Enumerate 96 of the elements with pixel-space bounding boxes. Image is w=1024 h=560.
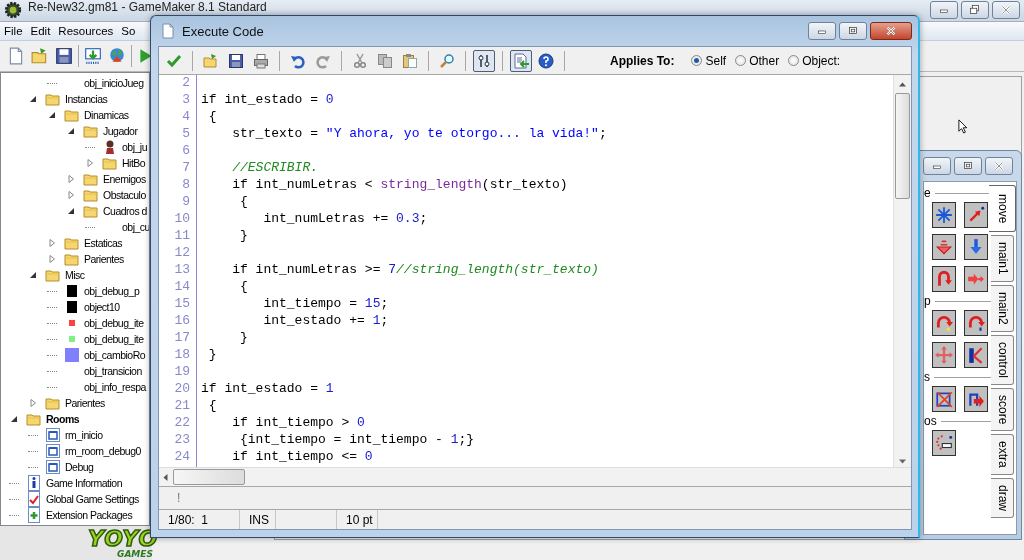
logo-text: GAMES (117, 549, 153, 560)
tree-item[interactable]: obj_cu (100, 221, 149, 233)
code-line: if int_numLetras >= 7//string_length(str_texto) (231, 262, 600, 279)
line-number: 3 (181, 92, 191, 109)
line-number: 17 (173, 330, 191, 347)
tree-item[interactable]: obj_ju (100, 139, 148, 155)
palette-tab[interactable]: main2 (991, 285, 1014, 332)
tree-item[interactable]: Parientes (43, 395, 105, 411)
applies-to-label: Applies To: (610, 53, 675, 68)
radio-button[interactable]: Object: (788, 53, 841, 68)
line-number: 19 (173, 364, 191, 381)
radio-button[interactable]: Self (691, 53, 727, 68)
tree-item[interactable]: obj_debug_ite (62, 333, 144, 345)
window-title: Execute Code (182, 23, 265, 39)
code-line: } (207, 347, 218, 364)
code-line: if int_estado = 0 (201, 92, 335, 109)
tree-item[interactable]: object10 (62, 301, 120, 313)
code-line: { (207, 109, 218, 126)
tree-item[interactable]: Enemigos (81, 171, 146, 187)
line-number: 18 (173, 347, 191, 364)
code-line: } (239, 330, 249, 347)
window-title: Re-New32.gm81 - GameMaker 8.1 Standard (28, 1, 268, 14)
line-number: 16 (173, 313, 191, 330)
section-label: p (924, 295, 931, 307)
line-number: 5 (181, 126, 191, 143)
palette-tab[interactable]: extra (991, 434, 1014, 475)
line-number: 23 (173, 432, 191, 449)
code-line: //ESCRIBIR. (231, 160, 320, 177)
code-line: if int_tiempo > 0 (231, 415, 366, 432)
tree-item[interactable]: Debug (43, 459, 94, 475)
status-text: 1/80: 1 (167, 512, 209, 527)
palette-tab[interactable]: draw (991, 477, 1014, 518)
line-number: 10 (173, 211, 191, 228)
tree-item[interactable]: Misc (43, 267, 85, 283)
code-line: if int_tiempo <= 0 (231, 449, 374, 466)
tree-item[interactable]: Global Game Settings (24, 491, 139, 507)
tree-item[interactable]: Game Information (24, 475, 123, 491)
line-number: 2 (181, 75, 191, 92)
palette-tab[interactable]: control (991, 334, 1014, 385)
tree-item[interactable]: Obstaculo (81, 187, 146, 203)
line-number: 6 (181, 143, 191, 160)
menu-item[interactable]: File (0, 25, 27, 37)
code-line: {int_tiempo = int_tiempo - 1;} (239, 432, 476, 449)
line-number: 7 (181, 160, 191, 177)
code-line: if int_numLetras < string_length(str_texto) (231, 177, 569, 194)
status-text: 10 pt (345, 512, 373, 527)
code-line: { (239, 194, 249, 211)
tree-item[interactable]: Cuadros d (81, 203, 147, 219)
palette-tab[interactable]: main1 (991, 235, 1014, 283)
line-number: 9 (181, 194, 191, 211)
code-line: if int_estado = 1 (201, 381, 335, 398)
code-line: } (239, 228, 249, 245)
tree-item[interactable]: obj_inicioJueg (62, 77, 144, 89)
code-line: int_estado += 1; (262, 313, 390, 330)
tree-item[interactable]: Dinamicas (62, 107, 129, 123)
code-line: int_tiempo = 15; (262, 296, 390, 313)
message-text: ! (177, 491, 181, 505)
tree-item[interactable]: Instancias (43, 91, 108, 107)
menu-item[interactable]: So (117, 25, 140, 37)
radio-button[interactable]: Other (735, 53, 780, 68)
section-label: s (924, 371, 930, 383)
line-number: 13 (173, 262, 191, 279)
code-line: { (207, 398, 218, 415)
tree-item[interactable]: rm_room_debug0 (43, 443, 141, 459)
palette-tab[interactable]: move (989, 185, 1016, 233)
tree-item[interactable]: Jugador (81, 123, 138, 139)
line-number: 4 (181, 109, 191, 126)
line-number: 12 (173, 245, 191, 262)
section-label: e (924, 187, 931, 199)
line-number: 20 (173, 381, 191, 398)
tree-item[interactable]: obj_info_respa (62, 381, 146, 393)
tree-item[interactable]: HitBo (100, 155, 146, 171)
line-number: 11 (173, 228, 191, 245)
line-number: 8 (181, 177, 191, 194)
menu-item[interactable]: Resources (54, 25, 118, 37)
tree-item[interactable]: Parientes (62, 251, 124, 267)
code-line: str_texto = "Y ahora, yo te otorgo... la vida!"; (231, 126, 608, 143)
tree-item[interactable]: obj_debug_ite (62, 317, 144, 329)
palette-tab[interactable]: score (991, 387, 1014, 432)
tree-item[interactable]: Estaticas (62, 235, 123, 251)
code-line: { (239, 279, 249, 296)
menu-item[interactable]: Edit (26, 25, 55, 37)
tree-item[interactable]: rm_inicio (43, 427, 103, 443)
line-number: 15 (173, 296, 191, 313)
status-text: INS (248, 512, 269, 527)
tree-item[interactable]: obj_cambioRo (62, 348, 146, 362)
section-label: os (924, 415, 937, 427)
line-number: 24 (173, 449, 191, 466)
tree-item[interactable]: obj_debug_p (62, 285, 140, 297)
line-number: 14 (173, 279, 191, 296)
code-line: int_numLetras += 0.3; (262, 211, 429, 228)
tree-item[interactable]: obj_transicion (62, 365, 142, 377)
tree-item[interactable]: Extension Packages (24, 507, 133, 523)
tree-item[interactable]: Rooms (24, 411, 80, 427)
line-number: 21 (173, 398, 191, 415)
line-number: 22 (173, 415, 191, 432)
